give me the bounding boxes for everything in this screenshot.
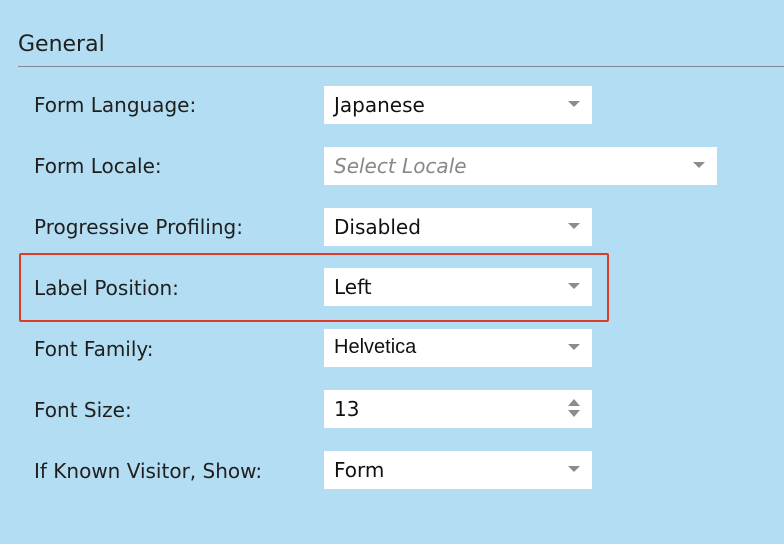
chevron-down-icon <box>568 101 580 107</box>
font-size-label: Font Size: <box>34 398 132 422</box>
font-family-dropdown[interactable]: Helvetica <box>324 329 592 367</box>
chevron-down-icon <box>568 223 580 229</box>
known-visitor-value: Form <box>334 458 385 482</box>
font-family-value: Helvetica <box>334 336 417 358</box>
font-size-value: 13 <box>334 397 360 421</box>
known-visitor-dropdown[interactable]: Form <box>324 451 592 489</box>
label-position-label: Label Position: <box>34 276 179 300</box>
form-language-dropdown[interactable]: Japanese <box>324 86 592 124</box>
decrement-icon[interactable] <box>568 410 580 417</box>
form-language-value: Japanese <box>334 93 425 117</box>
progressive-profiling-label: Progressive Profiling: <box>34 215 243 239</box>
font-size-input[interactable]: 13 <box>324 390 592 428</box>
section-title: General <box>18 32 105 57</box>
progressive-profiling-dropdown[interactable]: Disabled <box>324 208 592 246</box>
label-position-dropdown[interactable]: Left <box>324 268 592 306</box>
increment-icon[interactable] <box>568 399 580 406</box>
chevron-down-icon <box>568 466 580 472</box>
known-visitor-label: If Known Visitor, Show: <box>34 459 263 483</box>
chevron-down-icon <box>693 162 705 168</box>
section-divider <box>18 66 784 67</box>
font-family-label: Font Family: <box>34 337 154 361</box>
chevron-down-icon <box>568 283 580 289</box>
form-language-label: Form Language: <box>34 93 197 117</box>
progressive-profiling-value: Disabled <box>334 215 421 239</box>
form-locale-dropdown[interactable]: Select Locale <box>324 147 717 185</box>
label-position-value: Left <box>334 275 372 299</box>
form-locale-placeholder: Select Locale <box>334 154 467 178</box>
stepper-arrows-icon[interactable] <box>568 399 580 419</box>
chevron-down-icon <box>568 344 580 350</box>
form-locale-label: Form Locale: <box>34 154 162 178</box>
